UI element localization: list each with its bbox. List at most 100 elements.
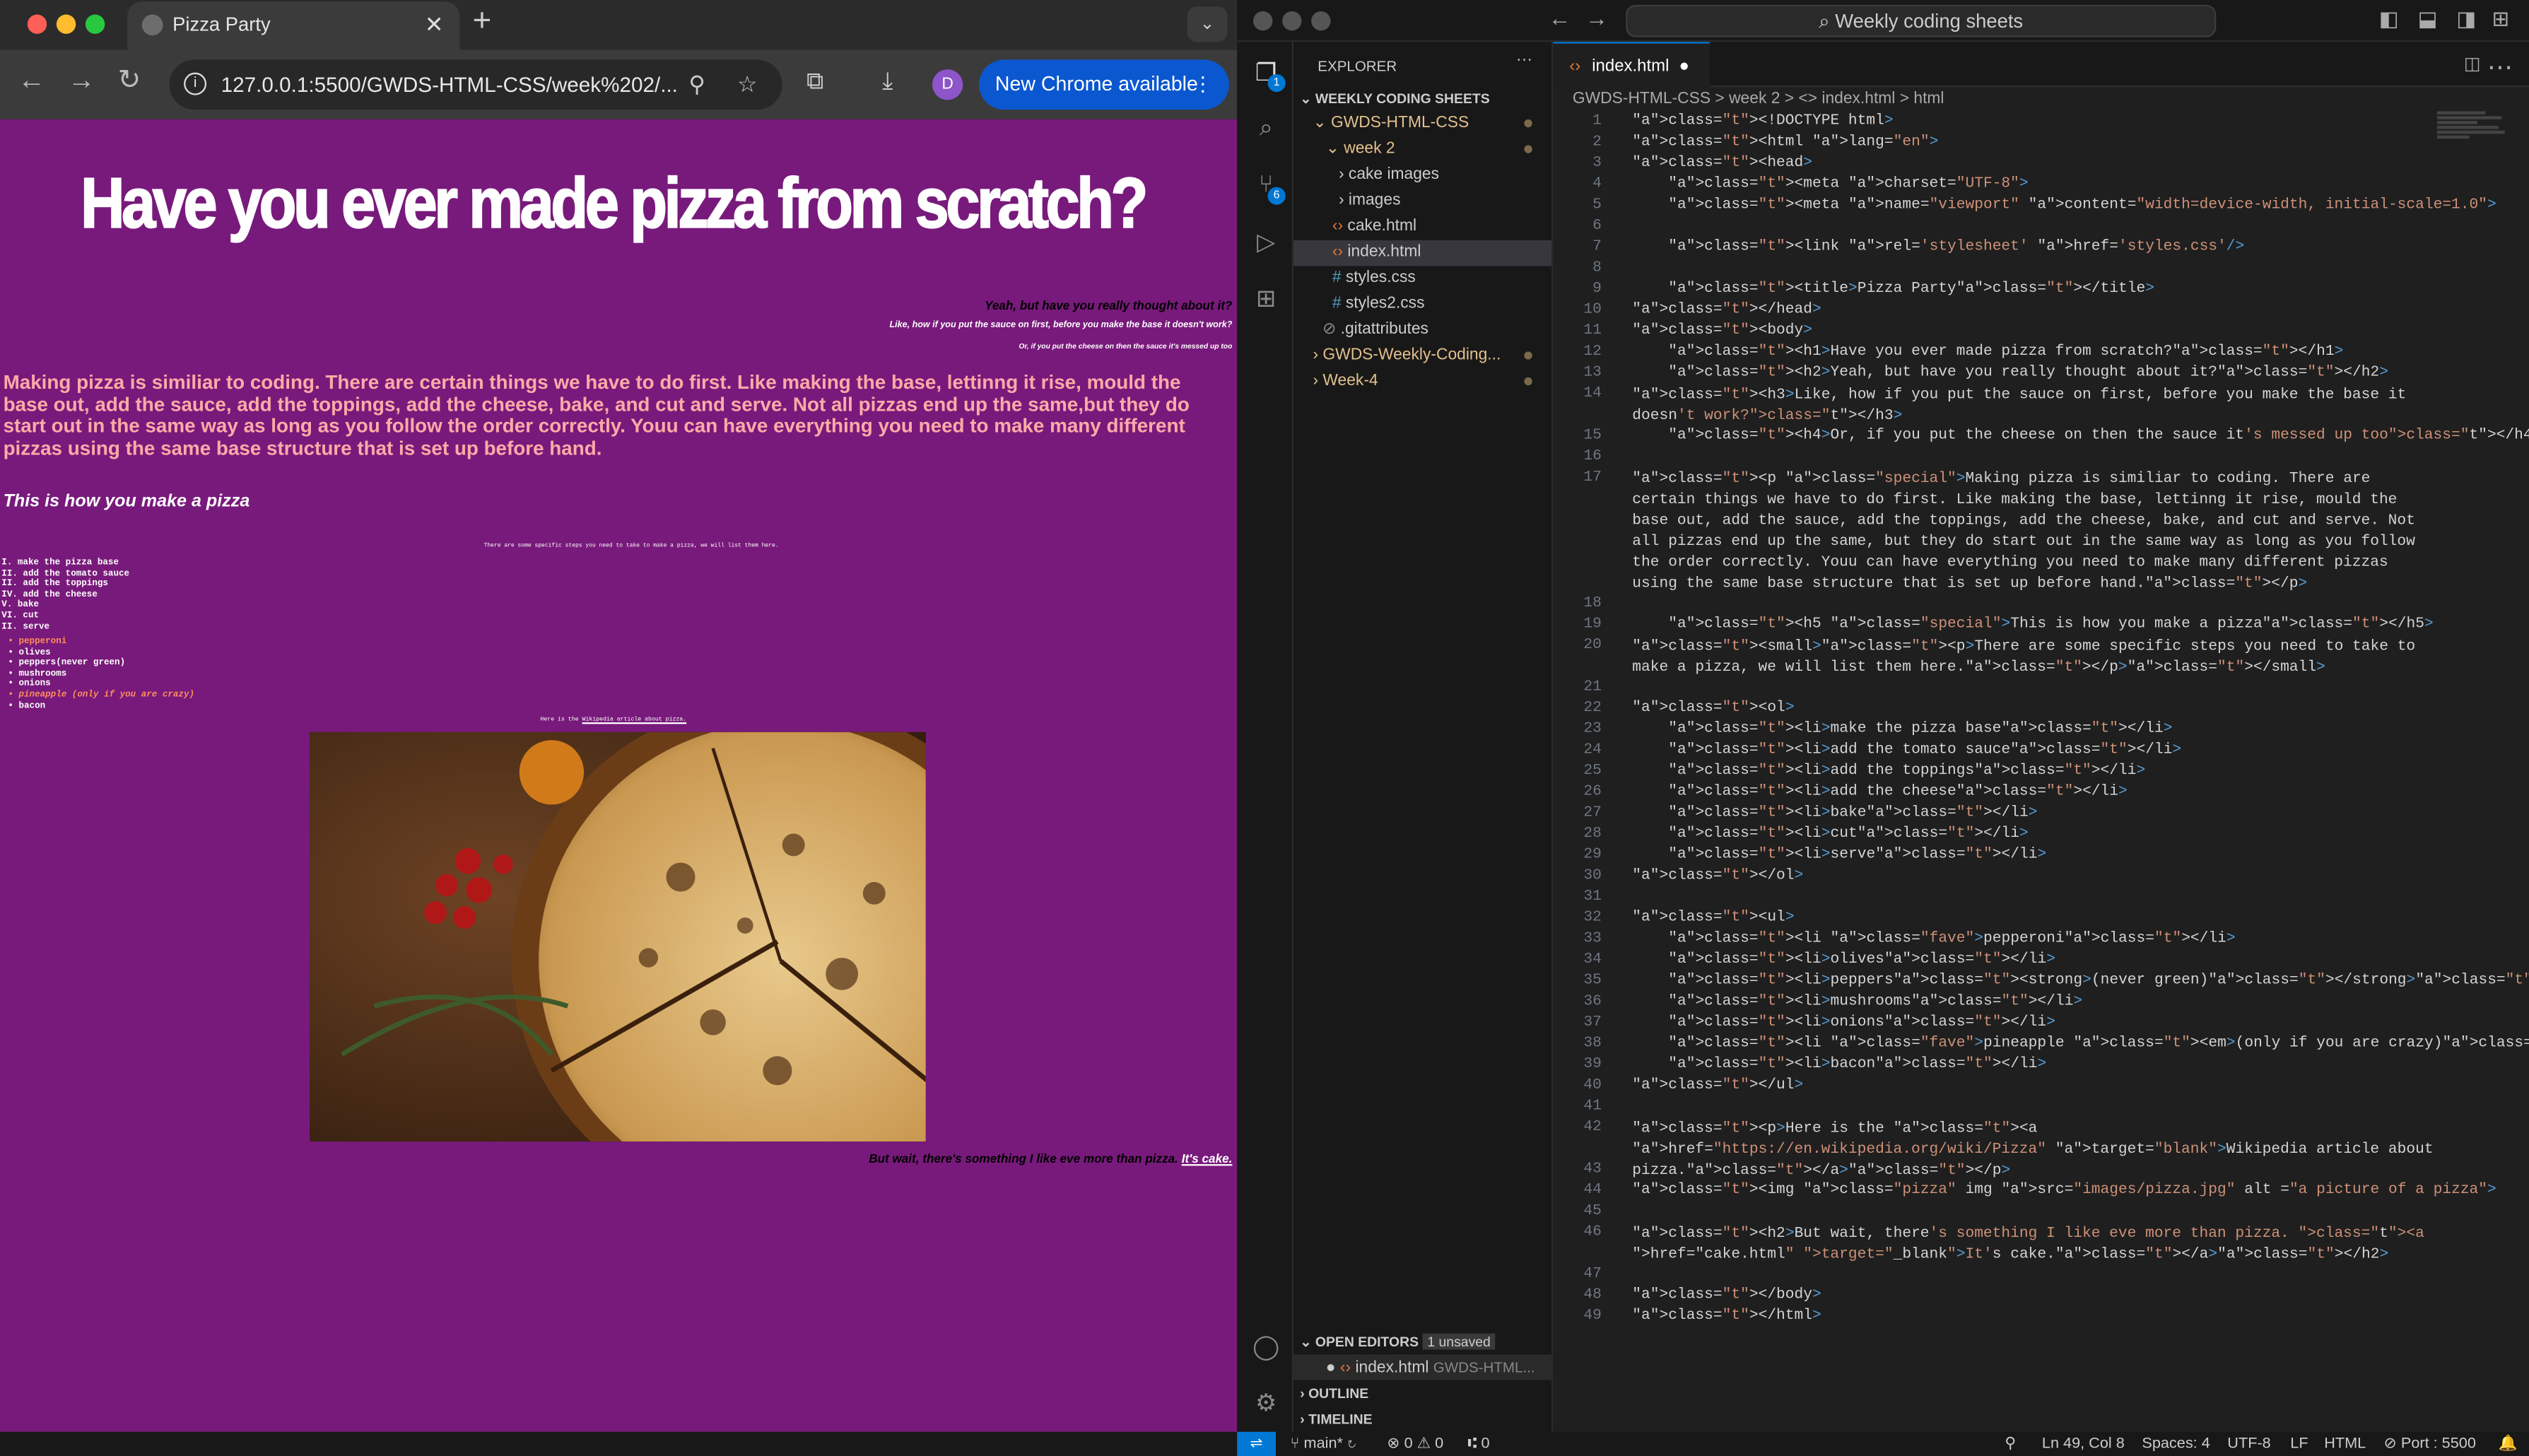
code-line[interactable]: "a">class="t"><p>Here is the "a">class="… (1632, 1117, 2439, 1181)
code-line[interactable]: "a">class="t"></html> (1632, 1306, 1821, 1324)
code-line[interactable]: "a">class="t"><h3>Like, how if you put t… (1632, 384, 2439, 426)
tree-folder-cake-images[interactable]: › cake images (1293, 163, 1551, 189)
tree-folder-gwds[interactable]: ⌄ GWDS-HTML-CSS (1293, 111, 1551, 137)
close-window-button[interactable] (1253, 11, 1273, 31)
unsaved-dot-icon[interactable]: ● (1679, 44, 1689, 89)
code-line[interactable]: "a">class="t"><h2>Yeah, but have you rea… (1632, 363, 2388, 380)
customize-layout-icon[interactable]: ⊞ (2492, 6, 2510, 33)
code-line[interactable]: "a">class="t"><li "a">class="fave">pinea… (1632, 1033, 2529, 1051)
back-icon[interactable]: ← (18, 64, 45, 97)
code-line[interactable]: "a">class="t"><h2>But wait, there's some… (1632, 1222, 2439, 1264)
code-line[interactable]: "a">class="t"></ul> (1632, 1076, 1803, 1093)
zoom-window-button[interactable] (1311, 11, 1331, 31)
gear-icon[interactable]: ⚙ (1252, 1388, 1281, 1417)
back-icon[interactable]: ← (1549, 5, 1571, 31)
remote-icon[interactable]: ⇌ (1237, 1431, 1276, 1456)
code-line[interactable]: "a">class="t"><ul> (1632, 908, 1794, 925)
code-line[interactable]: "a">class="t"><h1>Have you ever made piz… (1632, 342, 2343, 360)
minimize-window-button[interactable] (56, 14, 76, 34)
close-tab-icon[interactable]: ✕ (425, 1, 444, 47)
open-editor-item[interactable]: ● ‹› index.html GWDS-HTML... (1293, 1354, 1552, 1380)
code-line[interactable]: "a">class="t"><body> (1632, 321, 1812, 339)
code-line[interactable]: "a">class="t"><li>serve"a">class="t"></l… (1632, 845, 2046, 862)
code-line[interactable]: "a">class="t"><img "a">class="pizza" img… (1632, 1180, 2496, 1198)
cursor-position[interactable]: Ln 49, Col 8 (2042, 1432, 2125, 1456)
minimize-window-button[interactable] (1282, 11, 1302, 31)
code-line[interactable]: "a">class="t"><meta "a">name="viewport" … (1632, 195, 2496, 213)
code-line[interactable]: "a">class="t"><li "a">class="fave">peppe… (1632, 929, 2235, 946)
code-line[interactable]: "a">class="t"></head> (1632, 300, 1821, 317)
eol[interactable]: LF (2290, 1432, 2308, 1456)
address-bar[interactable]: i 127.0.0.1:5500/GWDS-HTML-CSS/week%202/… (169, 59, 782, 110)
code-line[interactable]: "a">class="t"></ol> (1632, 866, 1803, 883)
code-line[interactable]: "a">class="t"><h4>Or, if you put the che… (1632, 425, 2529, 443)
code-line[interactable]: "a">class="t"><title>Pizza Party"a">clas… (1632, 279, 2154, 297)
avatar[interactable]: D (932, 69, 963, 100)
toggle-secondary-sidebar-icon[interactable]: ◨ (2456, 6, 2476, 33)
timeline-header[interactable]: › TIMELINE (1293, 1406, 1551, 1432)
code-line[interactable]: "a">class="t"><link "a">rel='stylesheet'… (1632, 237, 2244, 254)
info-icon[interactable]: i (184, 72, 207, 95)
tree-file-cake[interactable]: ‹› cake.html (1293, 214, 1551, 240)
code-line[interactable]: "a">class="t"><li>add the tomato sauce"a… (1632, 740, 2181, 758)
reload-icon[interactable]: ↻ (118, 64, 141, 97)
tree-folder-images[interactable]: › images (1293, 189, 1551, 215)
tree-folder-week4[interactable]: › Week-4 (1293, 369, 1551, 395)
tree-file-index[interactable]: ‹› index.html (1293, 240, 1552, 266)
code-line[interactable]: "a">class="t"><li>peppers"a">class="t"><… (1632, 970, 2529, 988)
code-line[interactable]: "a">class="t"><li>add the toppings"a">cl… (1632, 761, 2145, 779)
tab-index-html[interactable]: ‹› index.html ● (1553, 42, 1710, 89)
toggle-panel-icon[interactable]: ⬓ (2418, 6, 2438, 33)
code-line[interactable]: "a">class="t"></body> (1632, 1285, 1821, 1303)
extensions-icon[interactable]: ⧉ (806, 68, 823, 95)
code-line[interactable]: "a">class="t"><li>onions"a">class="t"></… (1632, 1013, 2055, 1031)
code-line[interactable]: "a">class="t"><li>make the pizza base"a"… (1632, 719, 2172, 736)
forward-icon[interactable]: → (1585, 5, 1608, 31)
more-actions-icon[interactable]: ⋯ (2487, 52, 2513, 84)
code-line[interactable]: "a">class="t"><p "a">class="special">Mak… (1632, 468, 2439, 594)
new-tab-icon[interactable]: + (473, 4, 492, 40)
bell-icon[interactable]: 🔔 (2499, 1432, 2518, 1456)
live-server-port[interactable]: ⊘ Port : 5500 (2384, 1432, 2476, 1456)
wikipedia-link[interactable]: Wikipedia article about pizza. (582, 717, 687, 724)
browser-tab[interactable]: Pizza Party ✕ (127, 1, 460, 50)
minimap[interactable] (2436, 110, 2510, 190)
command-center-search[interactable]: ⌕ Weekly coding sheets (1626, 4, 2217, 37)
branch-indicator[interactable]: ⑂ main* ↻ (1291, 1432, 1357, 1456)
code-line[interactable]: "a">class="t"><li>bake"a">class="t"></li… (1632, 803, 2037, 821)
more-actions-icon[interactable]: ⋯ (1516, 52, 1532, 69)
code-line[interactable]: "a">class="t"><li>cut"a">class="t"></li> (1632, 824, 2029, 842)
workspace-header[interactable]: ⌄ WEEKLY CODING SHEETS (1293, 86, 1551, 112)
problems-indicator[interactable]: ⊗ 0 ⚠ 0 (1387, 1432, 1443, 1456)
tree-file-gitattributes[interactable]: ⊘ .gitattributes (1293, 317, 1551, 344)
account-icon[interactable]: ◯ (1252, 1332, 1281, 1361)
encoding[interactable]: UTF-8 (2227, 1432, 2270, 1456)
code-line[interactable]: "a">class="t"><ol> (1632, 698, 1794, 716)
code-line[interactable]: "a">class="t"><h5 "a">class="special">Th… (1632, 614, 2433, 632)
tree-file-styles[interactable]: # styles.css (1293, 266, 1551, 292)
code-line[interactable]: "a">class="t"><li>olives"a">class="t"></… (1632, 950, 2055, 968)
code-line[interactable]: "a">class="t"><!DOCTYPE html> (1632, 111, 1893, 129)
close-window-button[interactable] (27, 14, 47, 34)
breadcrumb[interactable]: GWDS-HTML-CSS > week 2 > <> index.html >… (1573, 88, 1944, 111)
download-icon[interactable]: ⤓ (882, 68, 893, 95)
code-line[interactable]: "a">class="t"><head> (1632, 153, 1812, 171)
toggle-sidebar-icon[interactable]: ◧ (2379, 6, 2399, 33)
split-editor-icon[interactable]: ◫ (2464, 53, 2481, 74)
indentation[interactable]: Spaces: 4 (2142, 1432, 2210, 1456)
code-line[interactable]: "a">class="t"><li>bacon"a">class="t"></l… (1632, 1055, 2046, 1072)
update-chrome-button[interactable]: New Chrome available ⋮ (979, 59, 1229, 110)
code-line[interactable]: "a">class="t"><meta "a">charset="UTF-8"> (1632, 174, 2028, 192)
forward-icon[interactable]: → (68, 64, 95, 97)
outline-header[interactable]: › OUTLINE (1293, 1380, 1551, 1407)
search-icon[interactable]: ⌕ (1252, 115, 1281, 143)
zoom-window-button[interactable] (85, 14, 105, 34)
code-line[interactable]: "a">class="t"><small>"a">class="t"><p>Th… (1632, 635, 2439, 678)
language-mode[interactable]: HTML (2324, 1432, 2366, 1456)
code-line[interactable]: "a">class="t"><li>add the cheese"a">clas… (1632, 782, 2128, 799)
tree-folder-week2[interactable]: ⌄ week 2 (1293, 137, 1551, 163)
extensions-icon[interactable]: ⊞ (1252, 284, 1281, 313)
ports-indicator[interactable]: ⑆ 0 (1468, 1432, 1490, 1456)
kebab-menu-icon[interactable]: ⋮ (1192, 59, 1213, 110)
zoom-icon[interactable]: ⚲ (2005, 1432, 2016, 1456)
